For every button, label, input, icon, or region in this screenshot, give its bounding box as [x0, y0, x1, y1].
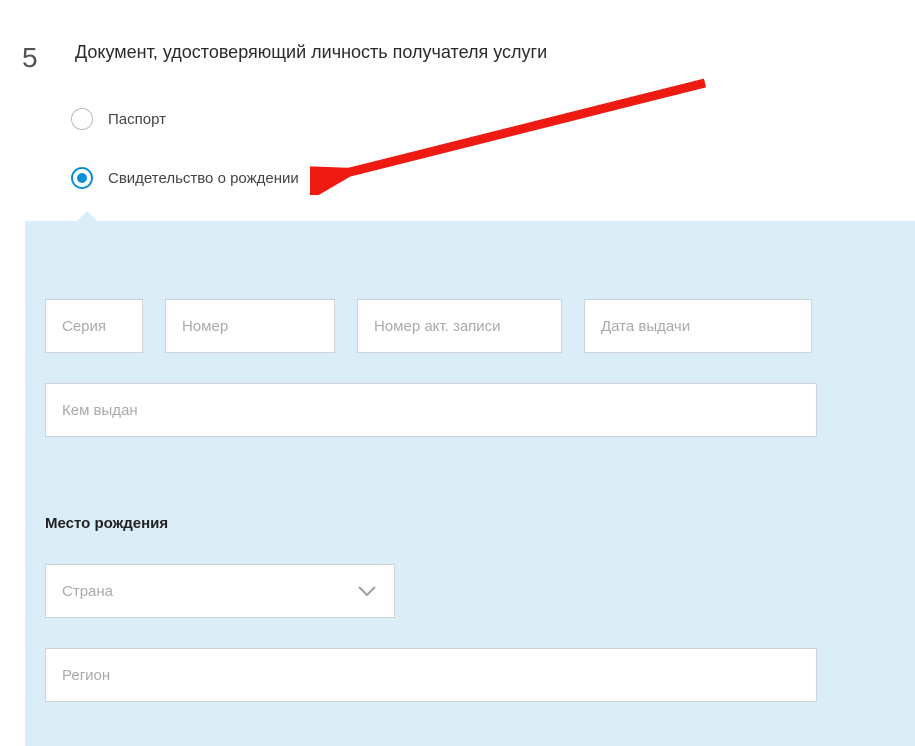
- radio-passport[interactable]: Паспорт: [71, 108, 915, 130]
- birthplace-subheading: Место рождения: [45, 515, 895, 532]
- series-field[interactable]: [45, 299, 143, 353]
- document-form-panel: Место рождения: [25, 221, 915, 746]
- region-field[interactable]: [45, 648, 817, 702]
- radio-circle-icon: [71, 108, 93, 130]
- step-title: Документ, удостоверяющий личность получа…: [75, 42, 915, 63]
- document-type-radio-group: Паспорт Свидетельство о рождении: [71, 108, 915, 189]
- radio-passport-label: Паспорт: [108, 111, 166, 128]
- document-fields-row: [45, 299, 895, 353]
- issued-by-field[interactable]: [45, 383, 817, 437]
- issue-date-field[interactable]: [584, 299, 812, 353]
- radio-circle-selected-icon: [71, 167, 93, 189]
- country-select[interactable]: [45, 564, 395, 618]
- number-field[interactable]: [165, 299, 335, 353]
- act-record-number-field[interactable]: [357, 299, 562, 353]
- country-select-input[interactable]: [45, 564, 395, 618]
- radio-birth-certificate-label: Свидетельство о рождении: [108, 170, 299, 187]
- step-number: 5: [22, 42, 38, 74]
- radio-birth-certificate[interactable]: Свидетельство о рождении: [71, 167, 915, 189]
